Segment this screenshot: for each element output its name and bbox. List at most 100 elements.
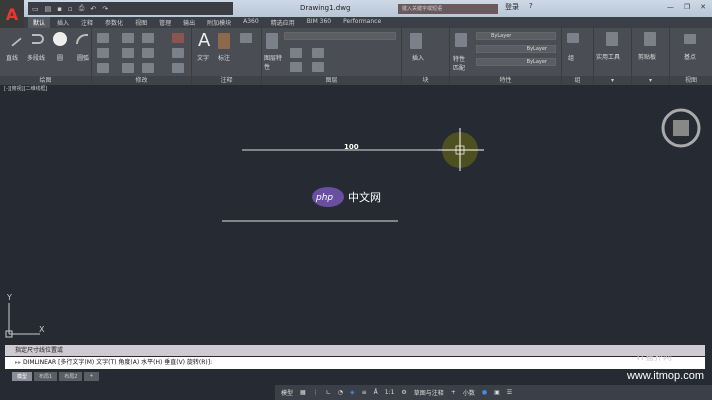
group-button[interactable]: 组 bbox=[568, 53, 574, 62]
linetype-dropdown[interactable]: ByLayer bbox=[476, 45, 556, 53]
mirror-icon[interactable] bbox=[142, 48, 154, 58]
fullscreen-icon[interactable]: ▣ bbox=[494, 389, 500, 396]
viewport-controls[interactable]: [-][俯视][二维线框] bbox=[0, 85, 712, 93]
text-button[interactable]: 文字 bbox=[197, 53, 209, 62]
gradient-icon[interactable] bbox=[97, 63, 109, 73]
lineweight-icon[interactable]: ≡ bbox=[362, 389, 367, 396]
erase-icon[interactable] bbox=[172, 33, 184, 43]
base-button[interactable]: 基点 bbox=[684, 52, 696, 61]
search-input[interactable]: 键入关键字或短语 bbox=[398, 4, 498, 14]
units-dropdown[interactable]: 小数 bbox=[463, 388, 475, 397]
tab-11[interactable]: Performance bbox=[338, 17, 386, 28]
add-layout-button[interactable]: + bbox=[84, 372, 99, 381]
arc-icon[interactable] bbox=[76, 34, 88, 44]
osnap-icon[interactable]: ◈ bbox=[350, 389, 355, 396]
move-icon[interactable] bbox=[122, 33, 134, 43]
tab-4[interactable]: 视图 bbox=[130, 17, 152, 28]
panel-dropdown[interactable]: ▾ bbox=[594, 76, 631, 85]
layer-properties-button[interactable]: 图层特性 bbox=[264, 53, 284, 71]
print-icon[interactable]: ⎙ bbox=[79, 4, 85, 13]
layer-properties-icon[interactable] bbox=[266, 33, 278, 49]
match-properties-button[interactable]: 特性匹配 bbox=[453, 54, 469, 72]
stretch-icon[interactable] bbox=[122, 63, 134, 73]
tab-0[interactable]: 默认 bbox=[28, 17, 51, 28]
minimize-icon[interactable]: — bbox=[667, 3, 674, 11]
array-icon[interactable] bbox=[172, 63, 184, 73]
panel-label[interactable]: 注释 bbox=[192, 76, 261, 85]
line-button[interactable]: 直线 bbox=[6, 53, 18, 62]
polyline-icon[interactable] bbox=[32, 34, 44, 44]
rotate-icon[interactable] bbox=[142, 33, 154, 43]
tab-2[interactable]: 注释 bbox=[76, 17, 98, 28]
add-icon[interactable]: + bbox=[451, 389, 456, 396]
utilities-button[interactable]: 实用工具 bbox=[596, 52, 620, 61]
command-line[interactable]: ▸▸ DIMLINEAR [多行文字(M) 文字(T) 角度(A) 水平(H) … bbox=[5, 357, 705, 369]
insert-button[interactable]: 插入 bbox=[412, 53, 424, 62]
help-button[interactable]: ? bbox=[529, 2, 533, 12]
tab-layout1[interactable]: 布局1 bbox=[34, 372, 58, 381]
clipboard-icon[interactable] bbox=[644, 32, 656, 46]
lineweight-dropdown[interactable]: ByLayer bbox=[476, 58, 556, 66]
tab-8[interactable]: A360 bbox=[238, 17, 264, 28]
panel-label[interactable]: 块 bbox=[402, 76, 449, 85]
layer-dropdown[interactable] bbox=[284, 32, 396, 40]
line-icon[interactable] bbox=[6, 31, 22, 47]
close-icon[interactable]: ✕ bbox=[700, 3, 706, 11]
annotation-visibility-icon[interactable]: Å bbox=[374, 389, 378, 396]
explode-icon[interactable] bbox=[172, 48, 184, 58]
circle-icon[interactable] bbox=[53, 32, 67, 46]
tab-10[interactable]: BIM 360 bbox=[302, 17, 336, 28]
restore-icon[interactable]: ❐ bbox=[684, 3, 690, 11]
circle-button[interactable]: 圆 bbox=[57, 53, 63, 62]
new-icon[interactable]: ▭ bbox=[32, 5, 39, 13]
color-dropdown[interactable]: ByLayer bbox=[476, 32, 556, 40]
layer-tool-icon[interactable] bbox=[312, 48, 324, 58]
insert-block-icon[interactable] bbox=[410, 33, 422, 49]
group-icon[interactable] bbox=[567, 33, 579, 43]
workspace-gear-icon[interactable]: ⚙ bbox=[401, 389, 406, 396]
dimension-button[interactable]: 标注 bbox=[218, 53, 230, 62]
rectangle-icon[interactable] bbox=[97, 33, 109, 43]
hatch-icon[interactable] bbox=[97, 48, 109, 58]
polyline-button[interactable]: 多段线 bbox=[27, 53, 45, 62]
panel-label[interactable]: 视图 bbox=[670, 76, 712, 85]
copy-icon[interactable] bbox=[122, 48, 134, 58]
drawing-canvas[interactable]: 100 php 中文网 Y X bbox=[0, 93, 712, 343]
panel-label[interactable]: 组 bbox=[562, 76, 593, 85]
ortho-icon[interactable]: ∟ bbox=[326, 389, 331, 396]
scale-icon[interactable] bbox=[142, 63, 154, 73]
clipboard-button[interactable]: 剪贴板 bbox=[638, 52, 656, 61]
grid-icon[interactable]: ▦ bbox=[300, 389, 306, 396]
polar-icon[interactable]: ◔ bbox=[338, 389, 343, 396]
layer-tool-icon[interactable] bbox=[290, 48, 302, 58]
leader-icon[interactable] bbox=[240, 33, 252, 43]
annotation-scale[interactable]: 1:1 bbox=[385, 389, 395, 396]
panel-label[interactable]: 绘图 bbox=[0, 76, 91, 85]
tab-3[interactable]: 参数化 bbox=[100, 17, 128, 28]
app-menu-button[interactable]: A bbox=[0, 0, 24, 28]
panel-dropdown[interactable]: ▾ bbox=[632, 76, 669, 85]
base-point-icon[interactable] bbox=[684, 34, 696, 44]
tab-1[interactable]: 插入 bbox=[52, 17, 74, 28]
sign-in-button[interactable]: 登录 bbox=[505, 2, 519, 12]
dimension-icon[interactable] bbox=[218, 33, 230, 49]
model-space-button[interactable]: 模型 bbox=[281, 388, 293, 397]
tab-model[interactable]: 模型 bbox=[12, 372, 33, 381]
tab-layout2[interactable]: 布局2 bbox=[59, 372, 83, 381]
text-icon[interactable]: A bbox=[198, 30, 210, 51]
undo-icon[interactable]: ↶ bbox=[90, 5, 96, 13]
calculator-icon[interactable] bbox=[606, 32, 618, 46]
isolate-icon[interactable]: ● bbox=[482, 389, 487, 396]
panel-label[interactable]: 图层 bbox=[262, 76, 401, 85]
save-icon[interactable]: ▪ bbox=[57, 5, 62, 13]
panel-label[interactable]: 特性 bbox=[450, 76, 561, 85]
tab-9[interactable]: 精选应用 bbox=[266, 17, 300, 28]
tab-7[interactable]: 附加模块 bbox=[202, 17, 236, 28]
layer-tool-icon[interactable] bbox=[312, 62, 324, 72]
arc-button[interactable]: 圆弧 bbox=[77, 53, 89, 62]
workspace-switch[interactable]: 草图与注释 bbox=[414, 388, 444, 397]
match-properties-icon[interactable] bbox=[455, 33, 467, 47]
customize-icon[interactable]: ☰ bbox=[507, 389, 512, 396]
snap-icon[interactable]: ⋮ bbox=[313, 389, 319, 396]
layer-tool-icon[interactable] bbox=[290, 62, 302, 72]
